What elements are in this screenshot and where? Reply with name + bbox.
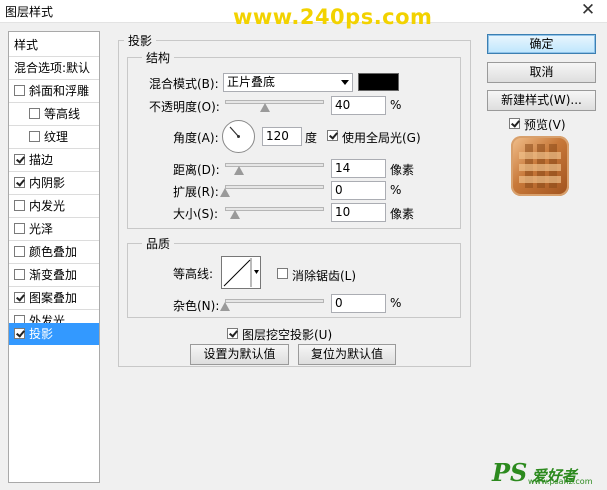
structure-title: 结构 [142,49,175,66]
opacity-input[interactable]: 40 [331,96,386,115]
angle-dial[interactable] [222,120,255,153]
sidebar-item-gradient-overlay[interactable]: 渐变叠加 [9,264,99,286]
angle-needle-icon [229,126,240,138]
sidebar-item-pattern-overlay[interactable]: 图案叠加 [9,287,99,309]
distance-unit: 像素 [390,163,415,177]
noise-input[interactable]: 0 [331,294,386,313]
global-light-label: 使用全局光(G) [342,131,421,145]
spread-unit: % [390,183,402,197]
spread-slider-handle[interactable] [220,188,230,197]
blend-mode-label: 混合模式(B): [149,77,219,91]
angle-unit: 度 [305,131,318,145]
watermark-url: www.psahz.com [528,477,593,486]
satin-checkbox[interactable] [14,223,25,234]
preview-checkbox[interactable] [509,118,520,129]
texture-checkbox[interactable] [29,131,40,142]
close-icon: ✕ [580,0,596,20]
close-button[interactable]: ✕ [576,1,600,19]
style-list: 样式 混合选项:默认 斜面和浮雕 等高线 纹理 描边 内阴影 内发光 光泽 颜色… [8,31,100,483]
sidebar-item-blending-options[interactable]: 混合选项:默认 [9,57,104,79]
color-overlay-checkbox[interactable] [14,246,25,257]
sidebar-item-stroke[interactable]: 描边 [9,149,99,171]
reset-default-button[interactable]: 复位为默认值 [298,344,396,365]
sidebar-item-inner-shadow[interactable]: 内阴影 [9,172,99,194]
chevron-down-icon [341,80,349,85]
distance-label: 距离(D): [173,163,220,177]
opacity-slider[interactable] [225,100,324,104]
knockout-checkbox[interactable] [227,328,238,339]
noise-slider[interactable] [225,299,324,303]
spread-label: 扩展(R): [173,185,219,199]
size-slider-handle[interactable] [229,210,240,219]
spread-input[interactable]: 0 [331,181,386,200]
distance-slider-handle[interactable] [233,166,244,175]
opacity-label: 不透明度(O): [149,100,220,114]
contour-label: 等高线: [173,267,214,281]
antialias-checkbox[interactable] [277,268,288,279]
pattern-overlay-checkbox[interactable] [14,292,25,303]
angle-label: 角度(A): [173,131,219,145]
watermark-top: www.240ps.com [233,5,433,29]
bevel-emboss-checkbox[interactable] [14,85,25,96]
ok-button[interactable]: 确定 [487,34,596,54]
preview-label: 预览(V) [524,118,566,132]
sidebar-item-contour[interactable]: 等高线 [9,103,99,125]
make-default-button[interactable]: 设置为默认值 [190,344,289,365]
antialias-label: 消除锯齿(L) [292,269,357,283]
blend-mode-select[interactable]: 正片叠底 [223,73,353,92]
shadow-color-swatch[interactable] [358,73,399,91]
opacity-slider-handle[interactable] [259,103,270,112]
sidebar-item-bevel-emboss[interactable]: 斜面和浮雕 [9,80,99,102]
stroke-checkbox[interactable] [14,154,25,165]
global-light-checkbox[interactable] [327,130,338,141]
new-style-button[interactable]: 新建样式(W)... [487,90,596,111]
size-unit: 像素 [390,207,415,221]
sidebar-item-inner-glow[interactable]: 内发光 [9,195,99,217]
drop-shadow-checkbox[interactable] [14,328,25,339]
woven-pattern-icon [519,144,561,188]
sidebar-item-drop-shadow[interactable]: 投影 [9,323,99,345]
style-preview-thumbnail [511,136,569,196]
angle-input[interactable]: 120 [262,127,302,146]
size-label: 大小(S): [173,207,219,221]
sidebar-item-texture[interactable]: 纹理 [9,126,99,148]
window-title: 图层样式 [5,5,54,19]
noise-label: 杂色(N): [173,299,220,313]
sidebar-item-styles[interactable]: 样式 [9,34,104,56]
cancel-button[interactable]: 取消 [487,62,596,83]
noise-unit: % [390,296,402,310]
distance-input[interactable]: 14 [331,159,386,178]
contour-picker[interactable] [221,256,261,289]
sidebar-item-satin[interactable]: 光泽 [9,218,99,240]
sidebar-item-color-overlay[interactable]: 颜色叠加 [9,241,99,263]
section-title: 投影 [124,32,157,49]
size-input[interactable]: 10 [331,203,386,222]
contour-checkbox[interactable] [29,108,40,119]
knockout-label: 图层挖空投影(U) [242,328,333,342]
gradient-overlay-checkbox[interactable] [14,269,25,280]
contour-curve-icon [223,258,259,287]
inner-glow-checkbox[interactable] [14,200,25,211]
noise-slider-handle[interactable] [220,302,230,311]
quality-title: 品质 [142,235,175,252]
inner-shadow-checkbox[interactable] [14,177,25,188]
spread-slider[interactable] [225,185,324,189]
opacity-unit: % [390,98,402,112]
